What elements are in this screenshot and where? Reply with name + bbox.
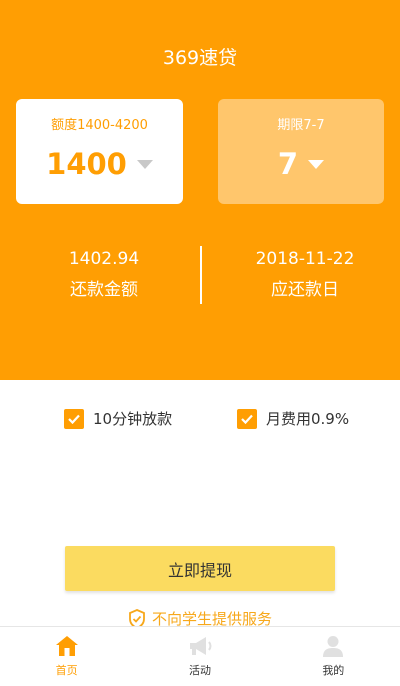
feature-label: 月费用0.9%: [266, 410, 350, 428]
megaphone-icon: [189, 637, 212, 655]
feature-monthly-fee[interactable]: 月费用0.9%: [237, 408, 349, 429]
term-range-label: 期限7-7: [277, 118, 325, 133]
home-icon: [55, 636, 78, 656]
term-selector-card[interactable]: 期限7-7 7: [218, 99, 384, 204]
header-banner: 369速贷 额度1400-4200 1400 期限7-7 7 1402.94 还…: [0, 0, 400, 380]
tab-activity[interactable]: 活动: [133, 627, 266, 686]
tab-home[interactable]: 首页: [0, 627, 133, 686]
repay-date-label: 应还款日: [271, 280, 339, 300]
dropdown-caret-icon[interactable]: [308, 159, 325, 169]
tab-label: 首页: [55, 664, 78, 677]
repay-amount-label: 还款金额: [70, 280, 138, 300]
bottom-tab-bar: 首页 活动 我的: [0, 626, 400, 686]
amount-value: 1400: [46, 147, 127, 181]
dropdown-caret-icon[interactable]: [136, 159, 153, 169]
tab-mine[interactable]: 我的: [267, 627, 400, 686]
repay-amount-value: 1402.94: [68, 249, 140, 269]
checkbox-checked-icon[interactable]: [64, 408, 84, 429]
amount-selector-card[interactable]: 额度1400-4200 1400: [16, 99, 183, 204]
info-divider: [200, 246, 202, 304]
withdraw-button[interactable]: 立即提现: [65, 546, 335, 591]
checkbox-checked-icon[interactable]: [237, 408, 257, 429]
repay-date-value: 2018-11-22: [255, 249, 355, 269]
tab-label: 活动: [188, 664, 211, 677]
term-value: 7: [277, 147, 299, 181]
tab-label: 我的: [322, 664, 345, 677]
feature-label: 10分钟放款: [93, 410, 173, 428]
user-icon: [323, 636, 344, 657]
repay-amount-block: 1402.94 还款金额: [4, 249, 204, 300]
feature-fast-loan[interactable]: 10分钟放款: [64, 408, 172, 429]
repay-date-block: 2018-11-22 应还款日: [205, 249, 400, 300]
app-title: 369速贷: [162, 47, 238, 69]
amount-range-label: 额度1400-4200: [51, 118, 148, 133]
